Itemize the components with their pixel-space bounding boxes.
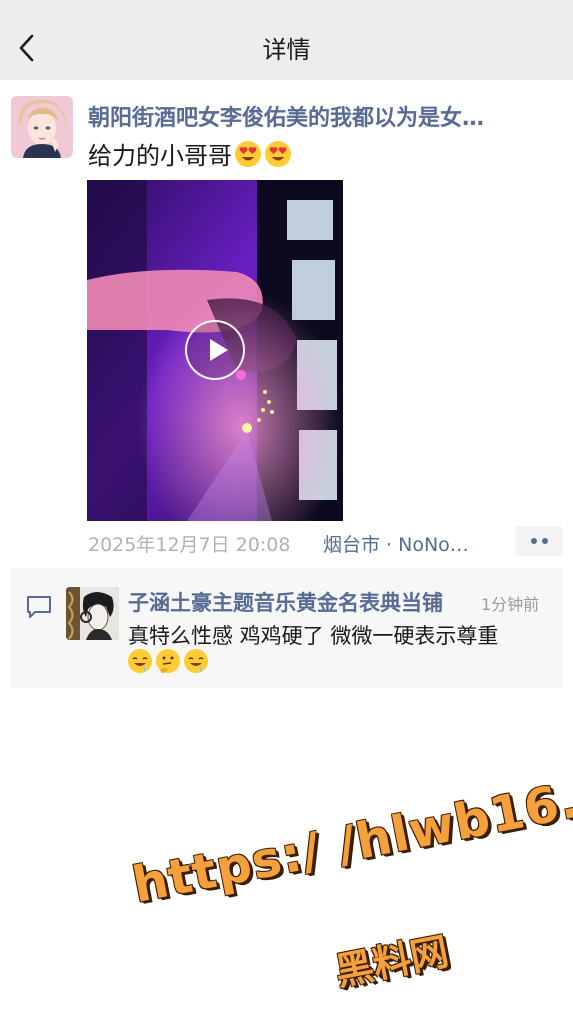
- post-text: 给力的小哥哥: [88, 136, 292, 171]
- poster-name[interactable]: 朝阳街酒吧女李俊佑美的我都以为是女…: [88, 100, 566, 132]
- drooling-emoji-icon: [184, 649, 208, 673]
- commenter-avatar[interactable]: [66, 587, 119, 640]
- comment-text: 真特么性感 鸡鸡硬了 微微一硬表示尊重: [128, 624, 499, 648]
- page-title: 详情: [262, 36, 311, 64]
- comment-icon: [27, 596, 51, 618]
- heart-eyes-emoji-icon: [265, 140, 291, 167]
- play-icon[interactable]: [185, 320, 245, 380]
- thinking-emoji-icon: [156, 649, 180, 673]
- watermark-name: 黑料网: [331, 929, 453, 995]
- comment-timestamp: 1分钟前: [481, 595, 540, 614]
- poster-avatar[interactable]: [11, 96, 73, 158]
- heart-eyes-emoji-icon: [235, 140, 261, 167]
- watermark-url: https:/ /hlwb16.com: [128, 749, 573, 914]
- more-dots-icon[interactable]: [515, 526, 563, 556]
- post-location[interactable]: 烟台市 · NoNo…: [323, 530, 488, 557]
- top-nav-bar: 详情: [0, 0, 573, 80]
- commenter-name[interactable]: 子涵土豪主题音乐黄金名表典当铺: [128, 587, 443, 617]
- post-text-content: 给力的小哥哥: [88, 142, 232, 170]
- comment-emojis: [127, 648, 209, 674]
- post-timestamp: 2025年12月7日 20:08: [88, 534, 291, 556]
- drooling-emoji-icon: [128, 649, 152, 673]
